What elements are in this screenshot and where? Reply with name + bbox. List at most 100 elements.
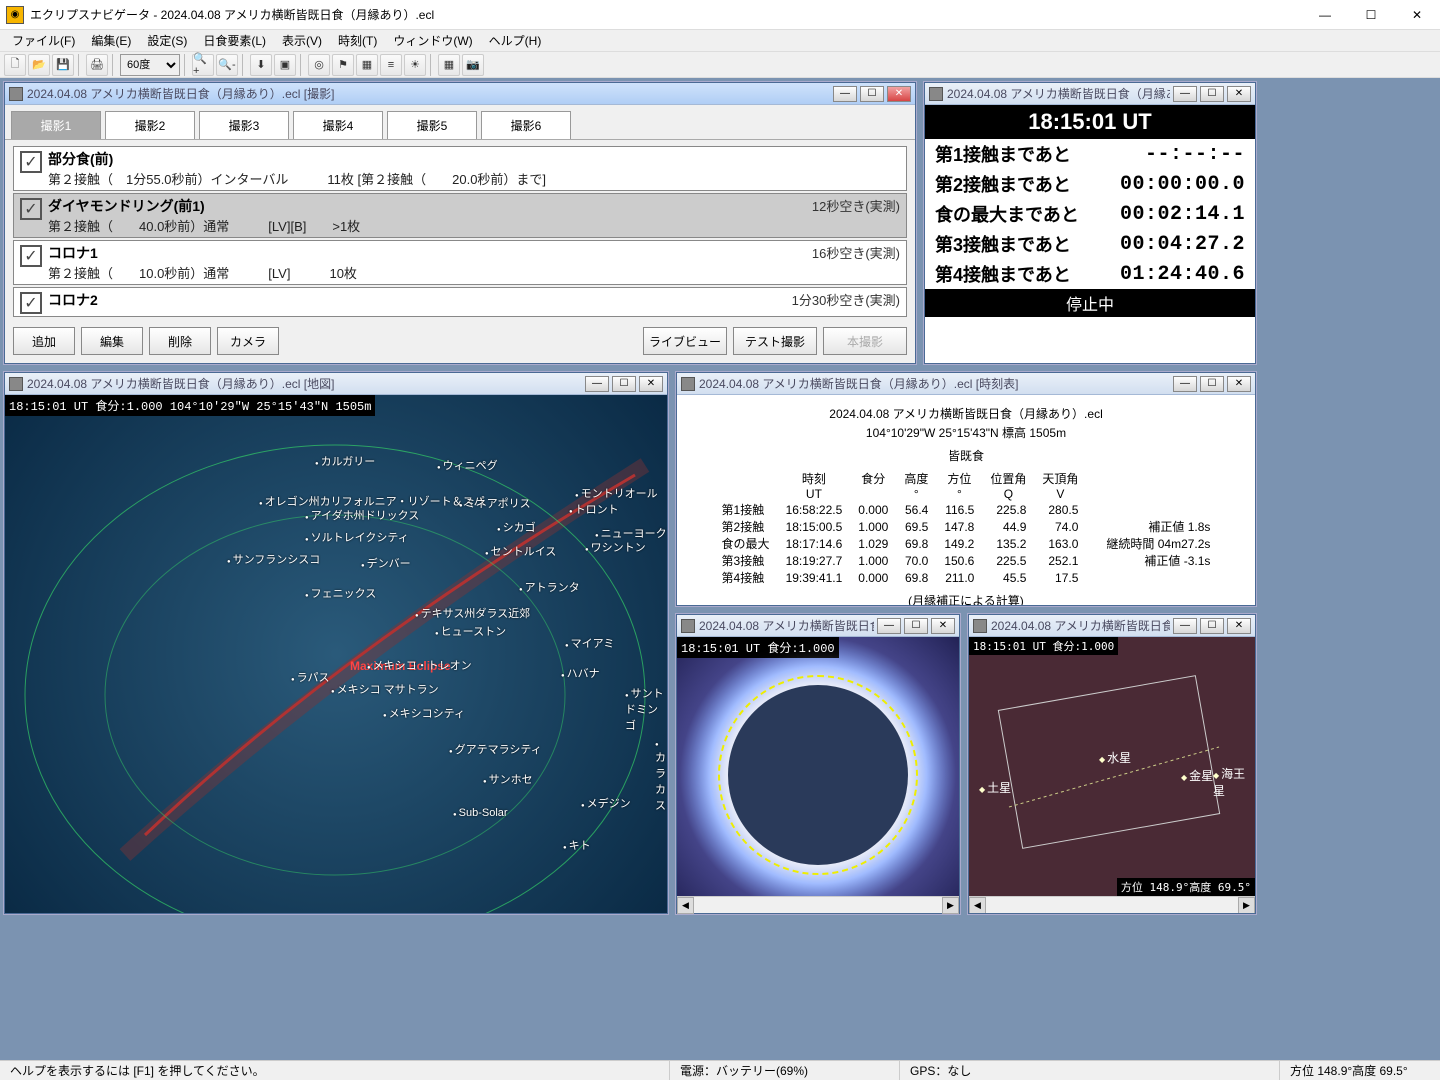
run-shoot-button[interactable]: 本撮影 xyxy=(823,327,907,355)
app-icon: ◉ xyxy=(6,6,24,24)
countdown-row: 第2接触まであと00:00:00.0 xyxy=(925,169,1255,199)
sky-title: 2024.04.08 アメリカ横断皆既日食（月... xyxy=(991,617,1170,634)
max-button[interactable]: ☐ xyxy=(904,618,928,634)
map-canvas[interactable]: 18:15:01 UT 食分:1.000 104°10'29"W 25°15'4… xyxy=(5,395,667,913)
max-button[interactable]: ☐ xyxy=(1200,86,1224,102)
camera-button[interactable]: カメラ xyxy=(217,327,279,355)
max-button[interactable]: ☐ xyxy=(1200,618,1224,634)
menu-help[interactable]: ヘルプ(H) xyxy=(481,30,550,51)
max-button[interactable]: ☐ xyxy=(1200,376,1224,392)
menu-window[interactable]: ウィンドウ(W) xyxy=(385,30,480,51)
add-button[interactable]: 追加 xyxy=(13,327,75,355)
menu-view[interactable]: 表示(V) xyxy=(274,30,330,51)
tab-shoot-3[interactable]: 撮影3 xyxy=(199,111,289,139)
tb-panel-icon[interactable]: ▣ xyxy=(274,54,296,76)
close-button[interactable]: ✕ xyxy=(639,376,663,392)
min-button[interactable]: — xyxy=(1173,86,1197,102)
tab-shoot-5[interactable]: 撮影5 xyxy=(387,111,477,139)
timetable-window: 2024.04.08 アメリカ横断皆既日食（月縁あり）.ecl [時刻表] — … xyxy=(676,372,1256,606)
close-button[interactable]: ✕ xyxy=(887,86,911,102)
map-city: デンバー xyxy=(361,555,411,571)
timetable-title: 2024.04.08 アメリカ横断皆既日食（月縁あり）.ecl [時刻表] xyxy=(699,375,1170,392)
sky-object: 土星 xyxy=(979,779,1011,796)
sun-canvas[interactable]: 18:15:01 UT 食分:1.000 ◀▶ xyxy=(677,637,959,913)
camera-icon xyxy=(9,87,23,101)
tb-fov-select[interactable]: 60度 xyxy=(120,54,180,76)
test-shoot-button[interactable]: テスト撮影 xyxy=(733,327,817,355)
sky-scroll[interactable]: ◀▶ xyxy=(969,896,1255,913)
menu-eclipse[interactable]: 日食要素(L) xyxy=(195,30,274,51)
tt-loc: 104°10'29"W 25°15'43"N 標高 1505m xyxy=(685,424,1247,441)
maximize-button[interactable]: ☐ xyxy=(1348,0,1394,30)
min-button[interactable]: — xyxy=(1173,618,1197,634)
clock-icon xyxy=(929,87,943,101)
min-button[interactable]: — xyxy=(585,376,609,392)
menu-time[interactable]: 時刻(T) xyxy=(330,30,385,51)
map-title: 2024.04.08 アメリカ横断皆既日食（月縁あり）.ecl [地図] xyxy=(27,375,582,392)
tb-download-icon[interactable]: ⬇ xyxy=(250,54,272,76)
edit-button[interactable]: 編集 xyxy=(81,327,143,355)
tb-save-icon[interactable]: 💾 xyxy=(52,54,74,76)
tb-zoomout-icon[interactable]: 🔍- xyxy=(216,54,238,76)
close-button[interactable]: ✕ xyxy=(1227,376,1251,392)
min-button[interactable]: — xyxy=(833,86,857,102)
tb-camera-icon[interactable]: 📷 xyxy=(462,54,484,76)
tb-corona-icon[interactable]: ☀ xyxy=(404,54,426,76)
window-titlebar: ◉ エクリプスナビゲータ - 2024.04.08 アメリカ横断皆既日食（月縁あ… xyxy=(0,0,1440,30)
countdown-title: 2024.04.08 アメリカ横断皆既日食（月縁あり）.e... xyxy=(947,85,1170,102)
minimize-button[interactable]: — xyxy=(1302,0,1348,30)
map-city: サンフランシスコ xyxy=(227,551,320,567)
toolbar-1: 🗋 📂 💾 🖨 60度 🔍+ 🔍- ⬇ ▣ ◎ ⚑ ▦ ≡ ☀ ▦ 📷 xyxy=(0,52,1440,78)
close-button[interactable]: ✕ xyxy=(1227,86,1251,102)
shoot-row[interactable]: ✓ コロナ1第２接触（ 10.0秒前）通常 [LV] 10枚 16秒空き(実測) xyxy=(13,240,907,285)
tb-new-icon[interactable]: 🗋 xyxy=(4,54,26,76)
tab-shoot-6[interactable]: 撮影6 xyxy=(481,111,571,139)
close-button[interactable]: ✕ xyxy=(1394,0,1440,30)
menu-edit[interactable]: 編集(E) xyxy=(83,30,139,51)
map-city: マイアミ xyxy=(565,635,614,651)
shoot-title: 2024.04.08 アメリカ横断皆既日食（月縁あり）.ecl [撮影] xyxy=(27,85,830,102)
shoot-row[interactable]: ✓ 部分食(前)第２接触（ 1分55.0秒前）インターバル 11枚 [第２接触（… xyxy=(13,146,907,191)
shoot-row[interactable]: ✓ コロナ2 1分30秒空き(実測) xyxy=(13,287,907,317)
tb-flag-icon[interactable]: ⚑ xyxy=(332,54,354,76)
tab-shoot-2[interactable]: 撮影2 xyxy=(105,111,195,139)
tb-layers-icon[interactable]: ▦ xyxy=(356,54,378,76)
status-power: 電源：バッテリー(69%) xyxy=(670,1061,900,1080)
max-button[interactable]: ☐ xyxy=(612,376,636,392)
max-button[interactable]: ☐ xyxy=(860,86,884,102)
tb-print-icon[interactable]: 🖨 xyxy=(86,54,108,76)
shoot-list: ✓ 部分食(前)第２接触（ 1分55.0秒前）インターバル 11枚 [第２接触（… xyxy=(5,140,915,323)
table-icon xyxy=(681,377,695,391)
sky-canvas[interactable]: 18:15:01 UT 食分:1.000 方位 148.9°高度 69.5° ◀… xyxy=(969,637,1255,913)
tb-zoomin-icon[interactable]: 🔍+ xyxy=(192,54,214,76)
sky-overlay-bottom: 方位 148.9°高度 69.5° xyxy=(1117,878,1255,896)
map-city: カルガリー xyxy=(315,453,375,469)
delete-button[interactable]: 削除 xyxy=(149,327,211,355)
shoot-row[interactable]: ✓ ダイヤモンドリング(前1)第２接触（ 40.0秒前）通常 [LV][B] >… xyxy=(13,193,907,238)
sky-object: 水星 xyxy=(1099,749,1131,766)
tb-grid-icon[interactable]: ▦ xyxy=(438,54,460,76)
row-checkbox[interactable]: ✓ xyxy=(20,151,42,173)
shoot-tabs: 撮影1 撮影2 撮影3 撮影4 撮影5 撮影6 xyxy=(5,105,915,140)
close-button[interactable]: ✕ xyxy=(931,618,955,634)
map-city: ウィニペグ xyxy=(437,457,498,473)
tb-open-icon[interactable]: 📂 xyxy=(28,54,50,76)
row-checkbox[interactable]: ✓ xyxy=(20,292,42,314)
row-checkbox[interactable]: ✓ xyxy=(20,245,42,267)
menu-file[interactable]: ファイル(F) xyxy=(4,30,83,51)
menu-settings[interactable]: 設定(S) xyxy=(139,30,195,51)
sun-scroll[interactable]: ◀▶ xyxy=(677,896,959,913)
tb-target-icon[interactable]: ◎ xyxy=(308,54,330,76)
map-city: ヒューストン xyxy=(435,623,506,639)
tab-shoot-1[interactable]: 撮影1 xyxy=(11,111,101,139)
row-checkbox[interactable]: ✓ xyxy=(20,198,42,220)
min-button[interactable]: — xyxy=(877,618,901,634)
sun-overlay: 18:15:01 UT 食分:1.000 xyxy=(677,637,839,658)
tab-shoot-4[interactable]: 撮影4 xyxy=(293,111,383,139)
min-button[interactable]: — xyxy=(1173,376,1197,392)
close-button[interactable]: ✕ xyxy=(1227,618,1251,634)
tb-ident-icon[interactable]: ≡ xyxy=(380,54,402,76)
liveview-button[interactable]: ライブビュー xyxy=(643,327,727,355)
tt-row: 第2接触18:15:00.51.00069.5147.844.974.0補正値 … xyxy=(714,518,1219,535)
map-city: キト xyxy=(563,837,591,853)
